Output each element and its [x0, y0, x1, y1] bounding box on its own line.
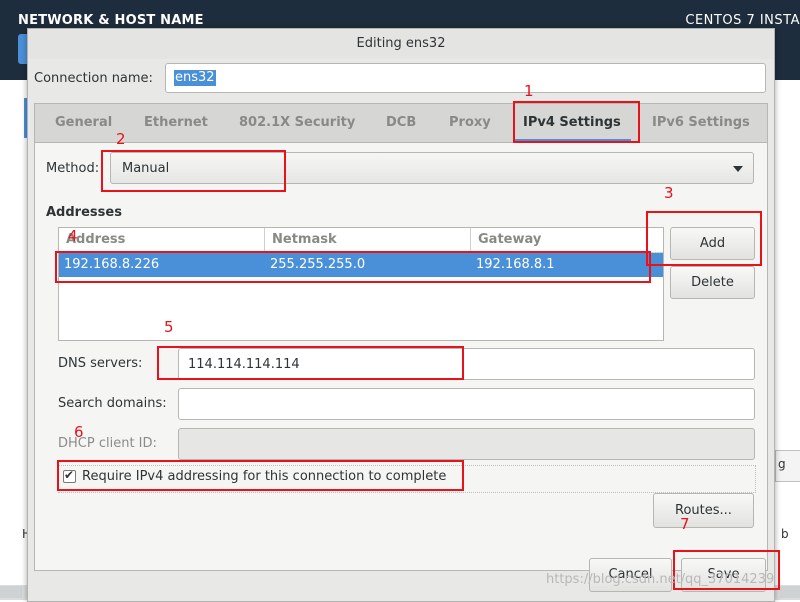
column-header-gateway[interactable]: Gateway [471, 228, 663, 252]
connection-name-input[interactable]: ens32 [165, 63, 766, 93]
installer-right-label: b [781, 527, 789, 541]
connection-name-label: Connection name: [34, 71, 153, 86]
tab-general[interactable]: General [55, 104, 112, 142]
tab-bar: General Ethernet 802.1X Security DCB Pro… [35, 104, 767, 143]
delete-button[interactable]: Delete [670, 266, 755, 299]
installer-product-title: CENTOS 7 INSTA [685, 13, 800, 28]
annotation-box-5 [157, 346, 464, 380]
dns-servers-label: DNS servers: [58, 356, 143, 371]
annotation-number-3: 3 [664, 184, 674, 202]
dhcp-client-id-label: DHCP client ID: [58, 436, 157, 451]
tab-ipv6-settings[interactable]: IPv6 Settings [652, 104, 750, 142]
column-header-address[interactable]: Address [59, 228, 265, 252]
tab-8021x-security[interactable]: 802.1X Security [239, 104, 355, 142]
search-domains-label: Search domains: [58, 396, 167, 411]
annotation-number-7: 7 [680, 515, 690, 533]
installer-configure-button[interactable]: g [775, 450, 800, 482]
annotation-number-1: 1 [524, 82, 534, 100]
scrollbar-left[interactable] [0, 586, 22, 598]
annotation-number-4: 4 [68, 227, 78, 245]
routes-button[interactable]: Routes... [653, 493, 754, 528]
addresses-table-header: Address Netmask Gateway [59, 228, 663, 253]
annotation-box-1 [513, 101, 640, 143]
annotation-box-4 [55, 251, 651, 283]
annotation-box-2 [101, 150, 286, 192]
chevron-down-icon [733, 166, 743, 172]
annotation-box-3 [646, 211, 762, 266]
annotation-number-6: 6 [74, 423, 84, 441]
tab-ethernet[interactable]: Ethernet [144, 104, 208, 142]
tab-proxy[interactable]: Proxy [449, 104, 491, 142]
watermark: https://blog.csdn.net/qq_37014239 [546, 572, 775, 587]
column-header-netmask[interactable]: Netmask [265, 228, 471, 252]
scrollbar-right[interactable] [780, 586, 800, 598]
connection-name-value: ens32 [174, 70, 216, 86]
annotation-box-6 [57, 460, 464, 491]
annotation-number-2: 2 [116, 130, 126, 148]
search-domains-input[interactable] [178, 388, 755, 420]
addresses-label: Addresses [46, 205, 122, 220]
installer-title: NETWORK & HOST NAME [18, 13, 204, 28]
method-label: Method: [46, 161, 100, 176]
annotation-number-5: 5 [164, 318, 174, 336]
addresses-table[interactable]: Address Netmask Gateway 192.168.8.226 25… [58, 227, 664, 341]
dhcp-client-id-input [178, 428, 755, 460]
dialog-title: Editing ens32 [28, 29, 774, 59]
tab-dcb[interactable]: DCB [386, 104, 416, 142]
